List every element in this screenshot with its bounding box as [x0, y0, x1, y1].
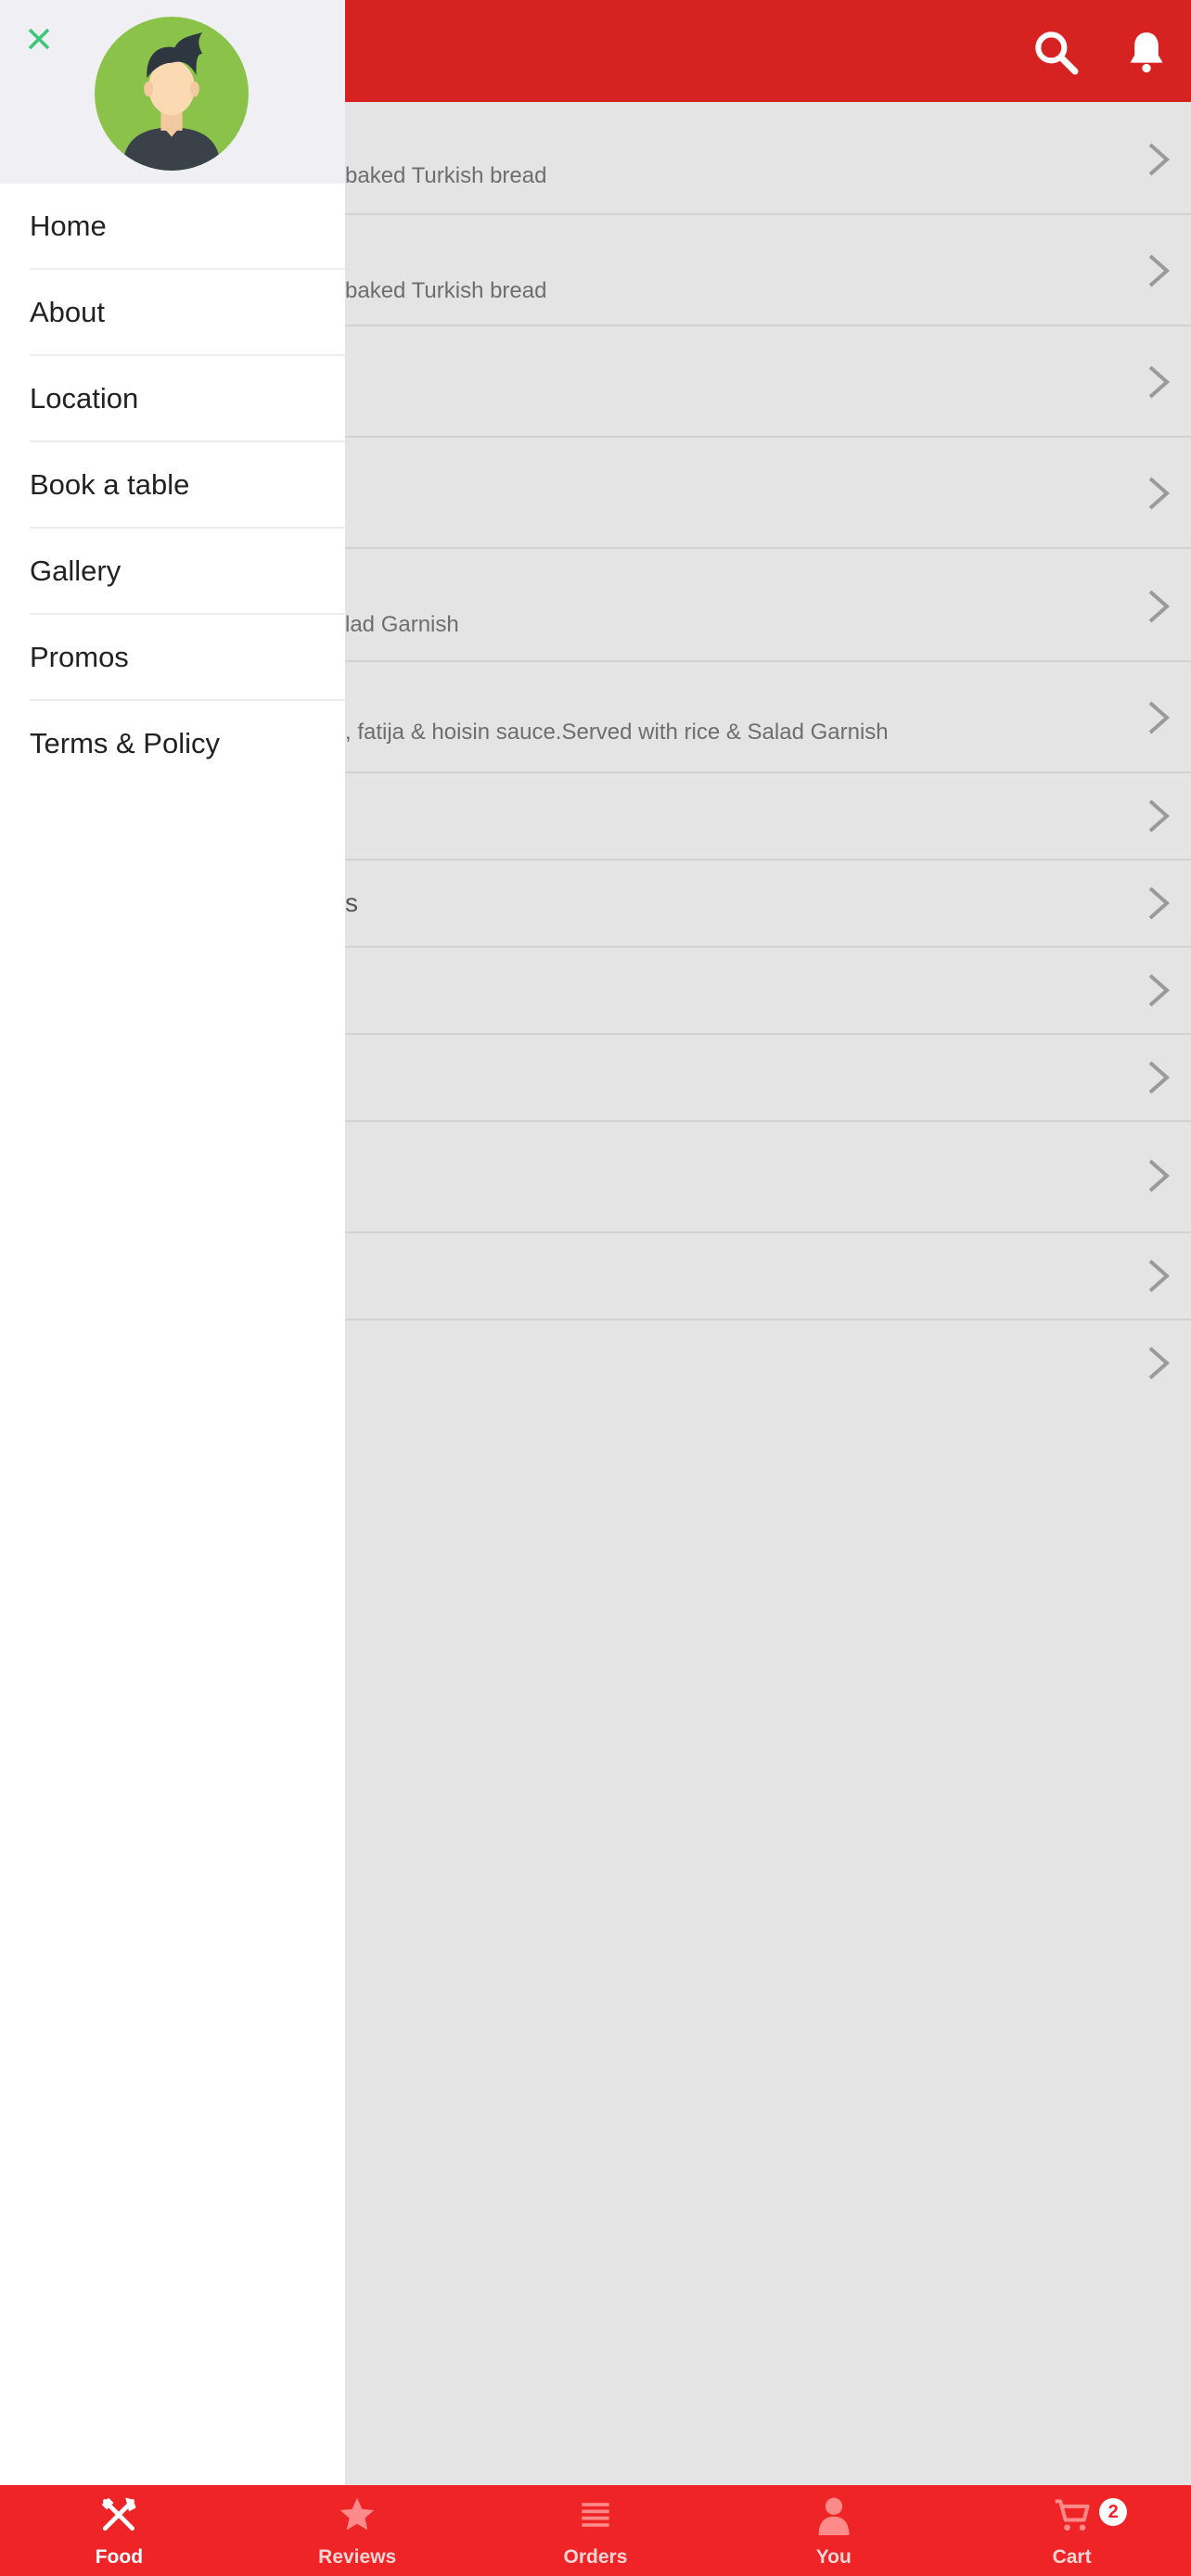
drawer-item-about[interactable]: About [30, 270, 345, 356]
tab-label: Reviews [318, 2546, 397, 2568]
chevron-right-icon [1148, 974, 1171, 1007]
avatar[interactable] [95, 17, 249, 171]
drawer-item-gallery[interactable]: Gallery [30, 529, 345, 615]
chevron-right-icon [1148, 886, 1171, 920]
list-item-subtitle: lad Garnish [345, 612, 459, 637]
list-item-subtitle: , fatija & hoisin sauce.Served with rice… [345, 720, 889, 745]
tab-label: Food [95, 2546, 144, 2568]
drawer-item-label: Location [30, 382, 139, 414]
chevron-right-icon [1148, 799, 1171, 833]
drawer-item-label: Home [30, 210, 107, 242]
drawer-item-label: Terms & Policy [30, 727, 220, 759]
list-item-subtitle: baked Turkish bread [345, 163, 547, 188]
tab-reviews[interactable]: Reviews [238, 2485, 477, 2576]
cart-icon [1055, 2499, 1090, 2531]
chevron-right-icon [1148, 1159, 1171, 1192]
drawer-item-label: Book a table [30, 468, 190, 501]
star-icon [339, 2497, 375, 2531]
chevron-right-icon [1148, 1061, 1171, 1094]
app-screen: baked Turkish bread baked Turkish bread … [0, 0, 1191, 2576]
drawer-item-label: Gallery [30, 555, 122, 587]
drawer-item-location[interactable]: Location [30, 356, 345, 442]
list-item-subtitle: baked Turkish bread [345, 278, 547, 303]
drawer-item-label: About [30, 296, 106, 328]
drawer-menu: Home About Location Book a table Gallery… [0, 184, 345, 787]
tab-label: You [815, 2546, 852, 2568]
tab-label: Orders [563, 2546, 628, 2568]
list-item-title: s [345, 888, 358, 917]
chevron-right-icon [1148, 1259, 1171, 1293]
drawer-item-promos[interactable]: Promos [30, 615, 345, 701]
chevron-right-icon [1148, 254, 1171, 287]
tab-label: Cart [1052, 2546, 1092, 2568]
list-icon [582, 2503, 609, 2527]
tab-you[interactable]: You [714, 2485, 953, 2576]
chevron-right-icon [1148, 1346, 1171, 1380]
tab-food[interactable]: Food [0, 2485, 238, 2576]
drawer-item-home[interactable]: Home [30, 184, 345, 270]
chevron-right-icon [1148, 477, 1171, 510]
tab-orders[interactable]: Orders [477, 2485, 715, 2576]
fork-knife-icon [102, 2497, 136, 2531]
tab-cart[interactable]: 2 Cart [953, 2485, 1191, 2576]
side-drawer: Home About Location Book a table Gallery… [0, 0, 345, 2485]
drawer-item-terms-policy[interactable]: Terms & Policy [30, 701, 345, 787]
bell-icon[interactable] [1121, 26, 1172, 78]
person-icon [818, 2497, 850, 2535]
drawer-item-book-a-table[interactable]: Book a table [30, 442, 345, 529]
bottom-tab-bar: Food Reviews Orders You 2 Cart [0, 2485, 1191, 2576]
drawer-header [0, 0, 345, 184]
drawer-item-label: Promos [30, 641, 129, 673]
chevron-right-icon [1148, 143, 1171, 176]
cart-badge: 2 [1099, 2498, 1128, 2526]
chevron-right-icon [1148, 365, 1171, 399]
search-icon[interactable] [1030, 26, 1082, 78]
close-icon[interactable] [24, 24, 54, 54]
chevron-right-icon [1148, 701, 1171, 734]
chevron-right-icon [1148, 590, 1171, 623]
